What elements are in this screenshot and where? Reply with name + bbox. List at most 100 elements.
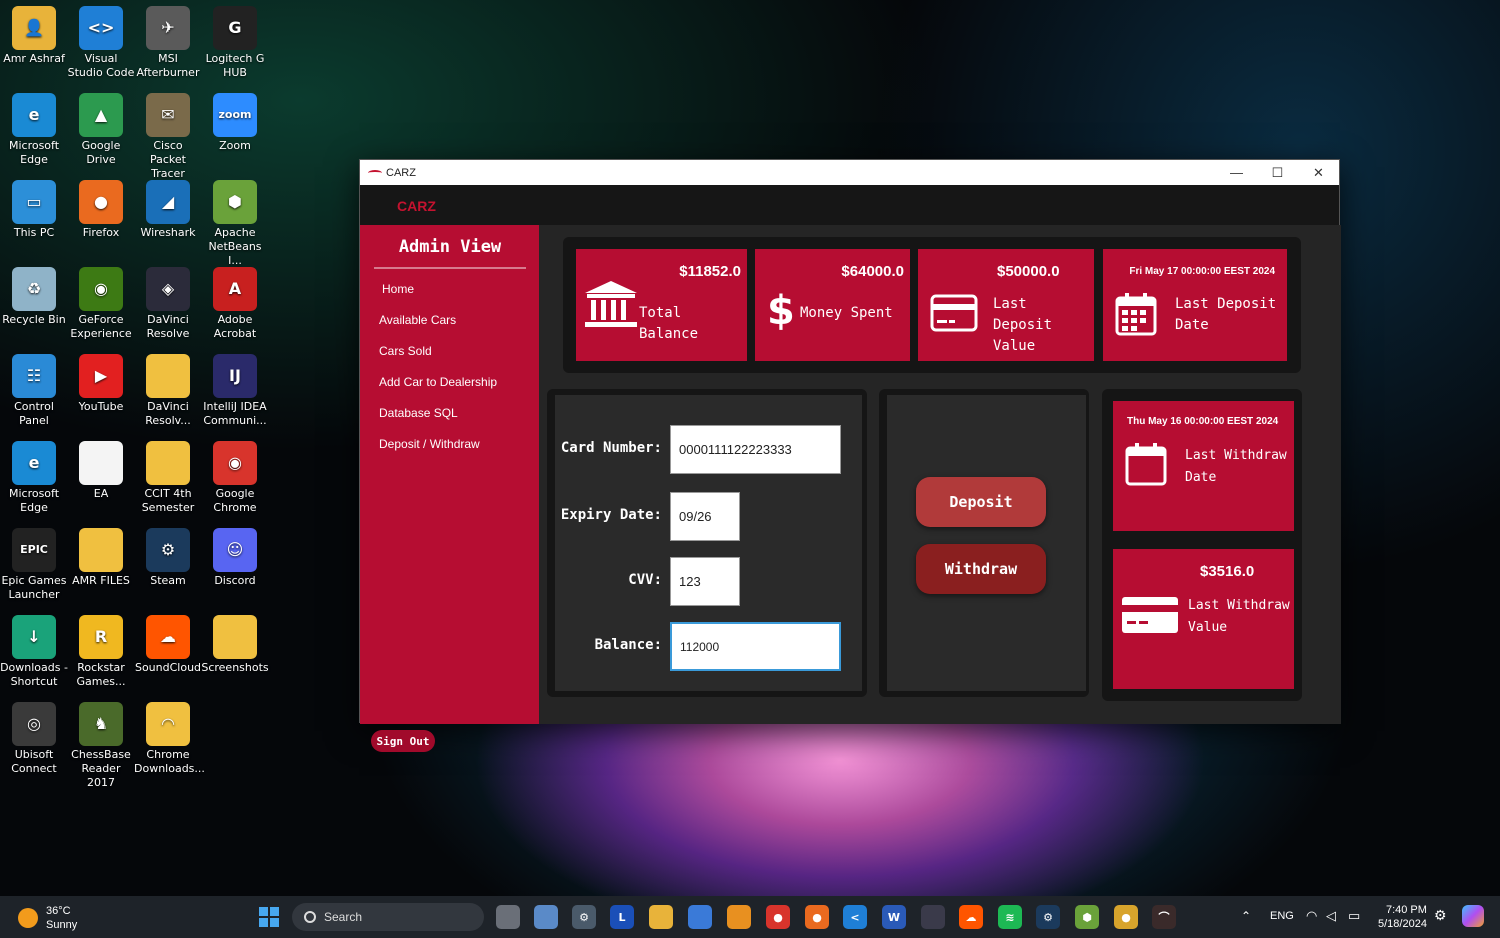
firefox-icon[interactable]: ● [805, 905, 829, 929]
copilot-icon[interactable] [1462, 905, 1484, 927]
volume-icon[interactable]: ◁ [1326, 908, 1336, 924]
language-indicator[interactable]: ENG [1270, 910, 1294, 922]
downloads-shortcut-icon: ↓ [12, 615, 56, 659]
desktop-icon-chrome[interactable]: ◉ Google Chrome [201, 437, 269, 515]
last-withdraw-value-label: Last Withdraw Value [1188, 598, 1290, 635]
desktop-icon-control-panel[interactable]: ☷ Control Panel [0, 350, 68, 428]
edge-2-icon: e [12, 441, 56, 485]
amr-files-icon [79, 528, 123, 572]
maximize-button[interactable]: ☐ [1257, 160, 1298, 185]
minimize-button[interactable]: — [1216, 160, 1257, 185]
chrome-icon[interactable]: ● [766, 905, 790, 929]
desktop-icon-ccit-folder[interactable]: CCIT 4th Semester [134, 437, 202, 515]
desktop-icon-davinci-folder[interactable]: DaVinci Resolv... [134, 350, 202, 428]
balance-input[interactable]: 112000 [670, 622, 841, 671]
spotify-icon[interactable]: ≋ [998, 905, 1022, 929]
close-button[interactable]: ✕ [1298, 160, 1339, 185]
desktop-icon-zoom[interactable]: zoom Zoom [201, 89, 269, 153]
notification-icon[interactable]: ⚙ [1434, 907, 1447, 924]
desktop-icon-label: Rockstar Games... [76, 661, 126, 688]
taskbar-search[interactable]: Search [292, 903, 484, 931]
desktop-icon-ubisoft[interactable]: ◎ Ubisoft Connect [0, 698, 68, 776]
desktop-icon-this-pc[interactable]: ▭ This PC [0, 176, 68, 240]
sidebar-item-deposit-withdraw[interactable]: Deposit / Withdraw [379, 436, 497, 467]
desktop-icon-edge[interactable]: e Microsoft Edge [0, 89, 68, 167]
desktop-icon-adobe-acrobat[interactable]: A Adobe Acrobat [201, 263, 269, 341]
sign-out-button[interactable]: Sign Out [371, 730, 435, 752]
davinci-icon[interactable] [921, 905, 945, 929]
clock[interactable]: 7:40 PM 5/18/2024 [1378, 903, 1427, 931]
desktop-icon-ea[interactable]: EA [67, 437, 135, 501]
desktop-icon-msi-afterburner[interactable]: ✈ MSI Afterburner [134, 2, 202, 80]
weather-widget[interactable]: 36°C Sunny [18, 904, 77, 932]
battery-icon[interactable]: ▭ [1348, 908, 1360, 924]
last-withdraw-date-label: Last Withdraw Date [1185, 448, 1287, 485]
desktop-icon-google-drive[interactable]: ▲ Google Drive [67, 89, 135, 167]
wifi-icon[interactable]: ◠ [1306, 908, 1317, 924]
desktop-icon-steam[interactable]: ⚙ Steam [134, 524, 202, 588]
store-icon[interactable] [688, 905, 712, 929]
chevron-up-icon[interactable]: ⌃ [1241, 909, 1251, 923]
l-app-icon[interactable]: L [610, 905, 634, 929]
desktop-icon-epic-games[interactable]: EPIC Epic Games Launcher [0, 524, 68, 602]
desktop-icon-logitech-ghub[interactable]: G Logitech G HUB [201, 2, 269, 80]
desktop-icon-youtube[interactable]: ▶ YouTube [67, 350, 135, 414]
file-explorer-icon[interactable] [649, 905, 673, 929]
steam-icon[interactable]: ⚙ [1036, 905, 1060, 929]
desktop-icon-edge-2[interactable]: e Microsoft Edge [0, 437, 68, 515]
money-spent-label: Money Spent [800, 305, 893, 321]
sidebar-nav: Home Available Cars Cars Sold Add Car to… [379, 281, 497, 467]
deposit-button[interactable]: Deposit [916, 477, 1046, 527]
last-withdraw-value-card: $3516.0 Last Withdraw Value [1113, 549, 1294, 689]
chrome-beta-icon[interactable]: ● [1114, 905, 1138, 929]
desktop-icon-wireshark[interactable]: ◢ Wireshark [134, 176, 202, 240]
window-titlebar[interactable]: CARZ — ☐ ✕ [360, 160, 1339, 185]
vscode-icon[interactable]: < [843, 905, 867, 929]
sidebar-item-home[interactable]: Home [379, 281, 497, 312]
photos-icon[interactable] [534, 905, 558, 929]
amr-ashraf-icon: 👤 [12, 6, 56, 50]
desktop-icon-vscode[interactable]: <> Visual Studio Code [67, 2, 135, 80]
desktop-icon-soundcloud[interactable]: ☁ SoundCloud [134, 611, 202, 675]
sidebar-item-add-car[interactable]: Add Car to Dealership [379, 374, 497, 405]
soundcloud-icon[interactable]: ☁ [959, 905, 983, 929]
desktop-icon-label: AMR FILES [72, 574, 130, 587]
nvidia-icon[interactable] [727, 905, 751, 929]
desktop-icon-netbeans[interactable]: ⬢ Apache NetBeans I... [201, 176, 269, 268]
start-button[interactable] [259, 907, 279, 927]
money-spent-value: $64000.0 [841, 263, 904, 280]
desktop-icon-screenshots[interactable]: Screenshots [201, 611, 269, 675]
carz-app-icon[interactable]: ⌒ [1152, 905, 1176, 929]
word-icon[interactable]: W [882, 905, 906, 929]
desktop-icon-chrome-downloads[interactable]: ◠ Chrome Downloads... [134, 698, 205, 776]
task-view-icon[interactable] [496, 905, 520, 929]
desktop-icon-geforce-experience[interactable]: ◉ GeForce Experience [67, 263, 135, 341]
desktop-icon-chessbase[interactable]: ♞ ChessBase Reader 2017 [67, 698, 135, 790]
desktop-icon-label: Microsoft Edge [8, 139, 60, 166]
last-deposit-value: $50000.0 [997, 263, 1060, 280]
sidebar-item-database-sql[interactable]: Database SQL [379, 405, 497, 436]
desktop-icon-amr-ashraf[interactable]: 👤 Amr Ashraf [0, 2, 68, 66]
desktop-icon-amr-files[interactable]: AMR FILES [67, 524, 135, 588]
desktop-icon-cisco-packet-tracer[interactable]: ✉ Cisco Packet Tracer [134, 89, 202, 181]
desktop-icon-downloads-shortcut[interactable]: ↓ Downloads - Shortcut [0, 611, 68, 689]
withdraw-button[interactable]: Withdraw [916, 544, 1046, 594]
desktop-icon-recycle-bin[interactable]: ♻ Recycle Bin [0, 263, 68, 327]
action-panel-inner: Deposit Withdraw [887, 395, 1086, 691]
expiry-date-input[interactable]: 09/26 [670, 492, 740, 541]
sidebar-item-cars-sold[interactable]: Cars Sold [379, 343, 497, 374]
cvv-input[interactable]: 123 [670, 557, 740, 606]
desktop-icon-firefox[interactable]: ● Firefox [67, 176, 135, 240]
desktop-icon-davinci-resolve[interactable]: ◈ DaVinci Resolve [134, 263, 202, 341]
desktop-icon-label: Google Chrome [213, 487, 257, 514]
desktop-icon-intellij[interactable]: IJ IntelliJ IDEA Communi... [201, 350, 269, 428]
desktop-icon-rockstar[interactable]: R Rockstar Games... [67, 611, 135, 689]
sidebar-item-available-cars[interactable]: Available Cars [379, 312, 497, 343]
card-number-input[interactable]: 0000111122223333 [670, 425, 841, 474]
netbeans-icon[interactable]: ⬢ [1075, 905, 1099, 929]
settings-icon[interactable]: ⚙ [572, 905, 596, 929]
desktop-icon-label: Discord [214, 574, 256, 587]
vscode-icon: <> [79, 6, 123, 50]
desktop-icon-discord[interactable]: ☺ Discord [201, 524, 269, 588]
recycle-bin-icon: ♻ [12, 267, 56, 311]
